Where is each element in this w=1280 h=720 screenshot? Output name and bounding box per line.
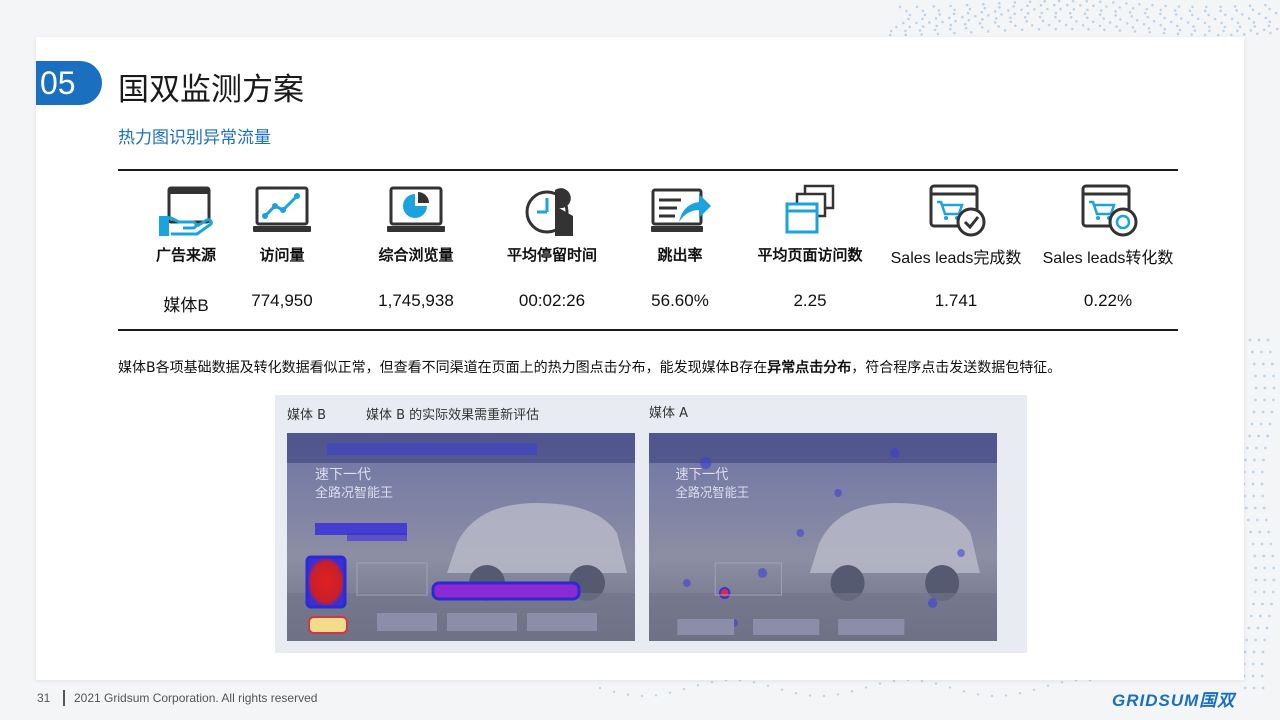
clock-person-icon: [525, 188, 573, 236]
screen-subline-b: 全路况智能王: [315, 485, 393, 501]
metric-value: 0.22%: [1083, 291, 1133, 310]
line-chart-monitor-icon: [253, 186, 311, 232]
share-monitor-icon: [651, 188, 711, 232]
metric-label: 平均页面访问数: [757, 246, 863, 264]
metrics-table: 广告来源 媒体B 访问量 774,950 综合浏览量 1,745,938 平均停…: [118, 178, 1178, 326]
heatmap-media-a: 速下一代 全路况智能王: [649, 433, 997, 641]
table-top-rule: [118, 169, 1178, 171]
gridsum-logo: GRIDSUM国双: [1112, 691, 1236, 710]
metric-label: Sales leads完成数: [890, 250, 1022, 267]
heatmap-media-b: 速下一代 全路况智能王: [287, 433, 635, 641]
screen-subline-a: 全路况智能王: [675, 485, 749, 500]
table-bottom-rule: [118, 329, 1178, 331]
page-number: 31: [37, 691, 51, 705]
page-subtitle: 热力图识别异常流量: [118, 128, 271, 148]
screen-headline-a: 速下一代: [675, 467, 728, 483]
pie-chart-monitor-icon: [387, 186, 445, 232]
metric-value: 2.25: [793, 291, 827, 310]
hand-window-icon: [159, 186, 213, 236]
stacked-windows-icon: [785, 184, 835, 234]
desc-text-end: ，符合程序点击发送数据包特征。: [851, 360, 1062, 376]
page-title: 国双监测方案: [118, 72, 304, 108]
heatmap-left-label: 媒体 B: [287, 408, 327, 423]
desc-emphasis: 异常点击分布: [767, 360, 852, 376]
copyright-text: 2021 Gridsum Corporation. All rights res…: [74, 691, 318, 705]
heatmap-comparison: 媒体 B 媒体 B 的实际效果需重新评估 媒体 A 速下一代 全路况智能王 速下…: [275, 395, 1027, 653]
section-number-badge: 05: [36, 61, 102, 105]
analysis-description: 媒体B各项基础数据及转化数据看似正常，但查看不同渠道在页面上的热力图点击分布，能…: [118, 357, 1061, 377]
cart-check-icon: [929, 184, 986, 237]
heatmap-right-label: 媒体 A: [649, 406, 689, 421]
metric-value: 1.741: [934, 291, 978, 310]
cart-convert-icon: [1081, 184, 1138, 237]
screen-headline-b: 速下一代: [315, 467, 371, 483]
metric-label: Sales leads转化数: [1042, 250, 1174, 267]
heatmap-left-caption: 媒体 B 的实际效果需重新评估: [366, 408, 540, 423]
desc-text: 媒体B各项基础数据及转化数据看似正常，但查看不同渠道在页面上的热力图点击分布，能…: [118, 360, 768, 376]
footer-separator: [63, 690, 65, 706]
